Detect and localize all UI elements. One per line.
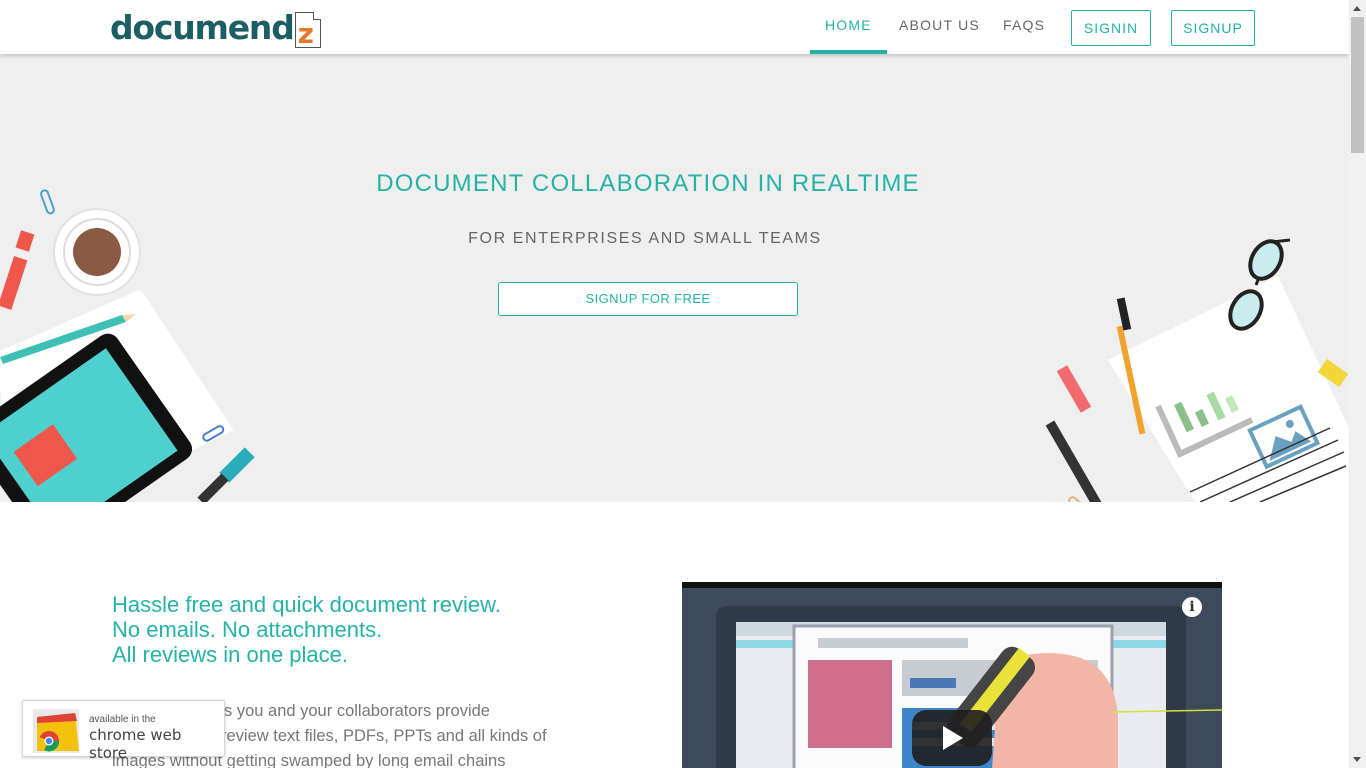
logo-letter: z bbox=[297, 17, 314, 50]
tagline: Hassle free and quick document review. N… bbox=[112, 592, 501, 667]
scroll-up-arrow-icon[interactable] bbox=[1349, 0, 1366, 17]
documendz-logo[interactable]: documend z bbox=[110, 6, 321, 50]
chrome-store-icon bbox=[33, 709, 79, 753]
info-icon[interactable]: i bbox=[1182, 597, 1202, 617]
intro-video-player[interactable]: i bbox=[682, 582, 1222, 768]
page-scrollbar[interactable] bbox=[1349, 0, 1366, 768]
nav-home[interactable]: HOME bbox=[810, 0, 887, 54]
top-navbar: documend z HOME ABOUT US FAQS SIGNIN SIG… bbox=[0, 0, 1349, 54]
badge-small-text: available in the bbox=[89, 714, 156, 725]
logo-document-icon: z bbox=[294, 12, 321, 50]
chrome-web-store-badge[interactable]: available in the chrome web store bbox=[22, 700, 225, 762]
badge-big-text: chrome web store bbox=[89, 726, 182, 762]
tagline-line: All reviews in one place. bbox=[112, 642, 349, 667]
tagline-line: Hassle free and quick document review. bbox=[112, 592, 501, 617]
play-icon[interactable] bbox=[912, 710, 992, 766]
signin-button[interactable]: SIGNIN bbox=[1071, 10, 1151, 46]
hero-title: DOCUMENT COLLABORATION IN REALTIME bbox=[376, 170, 920, 197]
nav-about-us[interactable]: ABOUT US bbox=[899, 0, 980, 54]
scrollbar-thumb[interactable] bbox=[1351, 17, 1364, 153]
desk-illustration-right bbox=[1045, 238, 1349, 502]
tagline-line: No emails. No attachments. bbox=[112, 617, 383, 642]
signup-button[interactable]: SIGNUP bbox=[1171, 10, 1255, 46]
scroll-down-arrow-icon[interactable] bbox=[1349, 751, 1366, 768]
signup-for-free-button[interactable]: SIGNUP FOR FREE bbox=[498, 282, 798, 316]
logo-text: documend bbox=[110, 8, 295, 47]
nav-faqs[interactable]: FAQS bbox=[1003, 0, 1045, 54]
hero-section: DOCUMENT COLLABORATION IN REALTIME FOR E… bbox=[0, 54, 1349, 502]
